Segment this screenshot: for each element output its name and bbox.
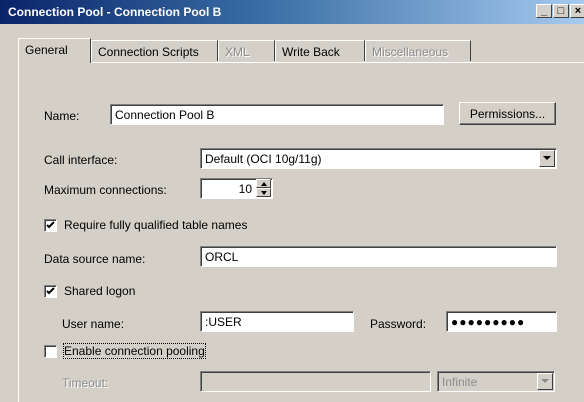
chevron-down-icon[interactable] [539, 150, 555, 167]
pooling-checkbox[interactable] [44, 345, 57, 358]
tab-connection-scripts[interactable]: Connection Scripts [91, 40, 218, 61]
chevron-down-icon[interactable] [537, 373, 553, 390]
tab-general[interactable]: General [18, 38, 91, 63]
call-interface-label: Call interface: [44, 153, 118, 167]
minimize-button[interactable]: _ [536, 4, 552, 18]
password-input[interactable]: ●●●●●●●●● [446, 311, 557, 332]
require-fq-label: Require fully qualified table names [64, 218, 248, 232]
tab-miscellaneous[interactable]: Miscellaneous [365, 40, 471, 61]
timeout-unit-value: Infinite [442, 375, 478, 389]
timeout-unit-select[interactable]: Infinite [437, 371, 555, 392]
shared-logon-checkbox[interactable] [44, 285, 57, 298]
tab-write-back[interactable]: Write Back [275, 40, 365, 61]
dsn-input[interactable]: ORCL [200, 246, 557, 267]
checkmark-icon [46, 287, 55, 295]
name-input[interactable]: Connection Pool B [110, 104, 444, 125]
max-connections-label: Maximum connections: [44, 183, 167, 197]
tab-xml-label: XML [225, 45, 250, 59]
password-label: Password: [370, 317, 427, 331]
username-label: User name: [62, 317, 125, 331]
spin-up-icon[interactable] [256, 179, 271, 188]
tab-miscellaneous-label: Miscellaneous [372, 45, 449, 59]
tab-general-label: General [25, 43, 68, 57]
close-button[interactable]: × [570, 4, 584, 18]
call-interface-select[interactable]: Default (OCI 10g/11g) [200, 148, 557, 169]
timeout-label: Timeout: [62, 376, 109, 390]
title-bar[interactable]: Connection Pool - Connection Pool B _ □ … [0, 0, 584, 24]
spin-down-icon[interactable] [256, 188, 271, 197]
require-fq-checkbox[interactable] [44, 219, 57, 232]
username-input[interactable]: :USER [200, 311, 354, 332]
max-connections-spinner[interactable] [256, 179, 271, 198]
maximize-button[interactable]: □ [553, 4, 569, 18]
dsn-label: Data source name: [44, 252, 146, 266]
timeout-input[interactable] [200, 371, 431, 392]
tab-write-back-label: Write Back [282, 45, 340, 59]
tab-xml[interactable]: XML [218, 40, 275, 61]
pooling-label: Enable connection pooling [63, 343, 206, 359]
checkmark-icon [46, 221, 55, 229]
max-connections-value: 10 [238, 182, 252, 196]
window-title: Connection Pool - Connection Pool B [8, 5, 222, 19]
name-label: Name: [44, 109, 80, 123]
call-interface-value: Default (OCI 10g/11g) [205, 152, 322, 166]
tab-connection-scripts-label: Connection Scripts [98, 45, 199, 59]
shared-logon-label: Shared logon [64, 284, 136, 298]
permissions-button[interactable]: Permissions... [459, 102, 556, 125]
